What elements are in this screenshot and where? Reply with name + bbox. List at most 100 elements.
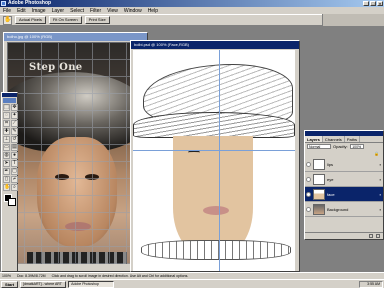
palette-well[interactable]	[322, 14, 384, 26]
blend-mode-select[interactable]: Normal	[307, 144, 331, 149]
menu-filter[interactable]: Filter	[90, 8, 101, 14]
lips-fill	[203, 206, 229, 215]
fit-on-screen-button[interactable]: Fit On Screen	[48, 16, 82, 24]
window-controls: _ □ ×	[363, 1, 383, 6]
layer-item[interactable]: Background ▪	[305, 202, 383, 217]
new-layer-icon[interactable]	[369, 234, 373, 238]
shape-tool-icon[interactable]: ▢	[11, 168, 18, 175]
lock-icon[interactable]: 🔒	[374, 151, 379, 156]
start-button[interactable]: Start	[1, 280, 19, 288]
menu-select[interactable]: Select	[70, 8, 84, 14]
blur-tool-icon[interactable]: ◍	[3, 152, 10, 159]
actual-pixels-button[interactable]: Actual Pixels	[15, 16, 46, 24]
layer-name: eye	[327, 176, 334, 182]
reference-photo-canvas[interactable]: Step One	[7, 42, 145, 264]
layers-palette-tabs: Layers Channels Paths	[305, 136, 383, 143]
opacity-label: Opacity:	[333, 144, 348, 149]
tab-paths[interactable]: Paths	[345, 136, 361, 142]
layer-name: Background	[327, 206, 349, 212]
menu-layer[interactable]: Layer	[52, 8, 65, 14]
system-clock: 3:55 AM	[359, 280, 383, 288]
status-bar: 100% Doc: 8.39M/8.72M Click and drag to …	[0, 272, 384, 279]
lasso-tool-icon[interactable]: ◌	[3, 112, 10, 119]
menu-window[interactable]: Window	[124, 8, 142, 14]
pen-tool-icon[interactable]: ✒	[3, 168, 10, 175]
slice-tool-icon[interactable]: ⟋	[11, 120, 18, 127]
visibility-eye-icon[interactable]	[306, 176, 311, 182]
taskbar: Start [dmatkART] - where ART Adobe Photo…	[0, 279, 384, 288]
document-title-reference[interactable]: bolho.jpg @ 100% (RGB)	[4, 33, 147, 41]
opacity-field[interactable]: 100%	[349, 144, 364, 149]
print-size-button[interactable]: Print Size	[84, 16, 110, 24]
tab-channels[interactable]: Channels	[323, 136, 345, 142]
document-window-lineart[interactable]: bolbi.psd @ 100% (Face,RGB)	[130, 40, 300, 272]
toolbox: ⬚ ✥ ◌ ✦ ⌗ ⟋ ✚ ✎ ⊥ ↺ ▭ ▤ ◍ ● ➤ T ✒ ▢ ▯ ⌿ …	[1, 92, 18, 272]
stamp-tool-icon[interactable]: ⊥	[3, 136, 10, 143]
toolbox-logo-icon[interactable]	[3, 98, 16, 103]
healing-tool-icon[interactable]: ✚	[3, 128, 10, 135]
layer-item[interactable]: lips ▪	[305, 157, 383, 172]
hat-brim-sketch	[133, 112, 295, 138]
visibility-eye-icon[interactable]	[306, 206, 311, 212]
hand-tool-icon[interactable]: ✋	[3, 184, 10, 191]
tools-grid: ⬚ ✥ ◌ ✦ ⌗ ⟋ ✚ ✎ ⊥ ↺ ▭ ▤ ◍ ● ➤ T ✒ ▢ ▯ ⌿ …	[2, 104, 18, 191]
toolbox-title-bar[interactable]	[2, 93, 17, 97]
lineart-canvas[interactable]	[133, 50, 295, 271]
path-select-tool-icon[interactable]: ➤	[3, 160, 10, 167]
lock-icon: ▪	[379, 176, 381, 182]
maximize-icon[interactable]: □	[370, 1, 376, 6]
magic-wand-tool-icon[interactable]: ✦	[11, 112, 18, 119]
face-fill	[173, 136, 253, 256]
menu-help[interactable]: Help	[148, 8, 158, 14]
document-window-reference[interactable]: bolho.jpg @ 100% (RGB) Step One	[3, 32, 148, 272]
color-swatches	[2, 193, 17, 209]
close-icon[interactable]: ×	[377, 1, 383, 6]
lock-icon: ▪	[379, 206, 381, 212]
history-brush-tool-icon[interactable]: ↺	[11, 136, 18, 143]
background-color-swatch[interactable]	[8, 198, 16, 206]
minimize-icon[interactable]: _	[363, 1, 369, 6]
menu-edit[interactable]: Edit	[17, 8, 26, 14]
visibility-eye-icon[interactable]	[306, 191, 311, 197]
photoshop-logo-icon	[1, 1, 6, 6]
notes-tool-icon[interactable]: ▯	[3, 176, 10, 183]
trash-icon[interactable]	[376, 234, 380, 238]
layers-palette: Layers Channels Paths Normal Opacity: 10…	[304, 130, 384, 240]
layer-name: lips	[327, 161, 334, 167]
move-tool-icon[interactable]: ✥	[11, 104, 18, 111]
collar-sketch	[141, 240, 291, 260]
type-tool-icon[interactable]: T	[11, 160, 18, 167]
layer-name: face	[327, 191, 335, 197]
crop-tool-icon[interactable]: ⌗	[3, 120, 10, 127]
grid-overlay	[7, 42, 145, 264]
eyedropper-tool-icon[interactable]: ⌿	[11, 176, 18, 183]
menu-view[interactable]: View	[107, 8, 118, 14]
visibility-eye-icon[interactable]	[306, 161, 311, 167]
layer-item-selected[interactable]: face ▪	[305, 187, 383, 202]
gradient-tool-icon[interactable]: ▤	[11, 144, 18, 151]
app-title-bar: Adobe Photoshop _ □ ×	[0, 0, 384, 7]
taskbar-item-browser[interactable]: [dmatkART] - where ART	[20, 280, 67, 288]
layer-item[interactable]: eye ▪	[305, 172, 383, 187]
dodge-tool-icon[interactable]: ●	[11, 152, 18, 159]
marquee-tool-icon[interactable]: ⬚	[3, 104, 10, 111]
app-title: Adobe Photoshop	[8, 0, 52, 6]
document-title-lineart[interactable]: bolbi.psd @ 100% (Face,RGB)	[131, 41, 299, 49]
lock-row: 🔒	[305, 150, 383, 157]
layer-thumbnail	[313, 158, 325, 170]
menu-file[interactable]: File	[3, 8, 11, 14]
layers-palette-footer	[305, 232, 383, 239]
tab-layers[interactable]: Layers	[305, 136, 323, 142]
eraser-tool-icon[interactable]: ▭	[3, 144, 10, 151]
menu-bar: File Edit Image Layer Select Filter View…	[0, 7, 384, 14]
hand-tool-icon[interactable]: ✋	[3, 15, 12, 25]
brush-tool-icon[interactable]: ✎	[11, 128, 18, 135]
vertical-guide[interactable]	[219, 50, 220, 271]
horizontal-guide[interactable]	[133, 150, 295, 151]
lock-icon: ▪	[379, 191, 381, 197]
zoom-tool-icon[interactable]: ⌕	[11, 184, 18, 191]
taskbar-item-photoshop[interactable]: Adobe Photoshop	[68, 280, 115, 288]
layer-options-row: Normal Opacity: 100%	[305, 143, 383, 150]
step-one-label: Step One	[29, 62, 83, 73]
menu-image[interactable]: Image	[32, 8, 46, 14]
